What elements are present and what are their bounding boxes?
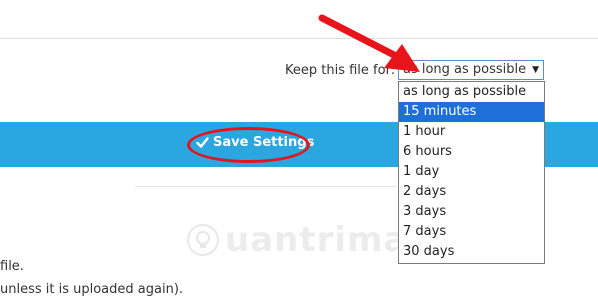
dropdown-option[interactable]: 3 days xyxy=(399,202,544,222)
dropdown-option[interactable]: 2 days xyxy=(399,182,544,202)
body-line-2: unless it is uploaded again). xyxy=(0,282,184,297)
body-line-1: file. xyxy=(0,259,24,274)
dropdown-option[interactable]: 1 hour xyxy=(399,122,544,142)
keep-duration-dropdown: as long as possible 15 minutes 1 hour 6 hou… xyxy=(398,81,545,264)
dropdown-option[interactable]: 15 minutes xyxy=(399,102,544,122)
annotation-oval xyxy=(187,127,310,163)
dropdown-option[interactable]: 1 day xyxy=(399,162,544,182)
dropdown-option[interactable]: 6 hours xyxy=(399,142,544,162)
dropdown-option[interactable]: as long as possible xyxy=(399,82,544,102)
lightbulb-icon xyxy=(187,224,219,256)
caret-down-icon: ▼ xyxy=(532,65,539,75)
dropdown-option[interactable]: 7 days xyxy=(399,222,544,242)
dropdown-option[interactable]: 30 days xyxy=(399,242,544,262)
top-divider xyxy=(0,38,598,39)
content-divider xyxy=(135,186,397,187)
red-arrow-icon xyxy=(318,14,420,72)
